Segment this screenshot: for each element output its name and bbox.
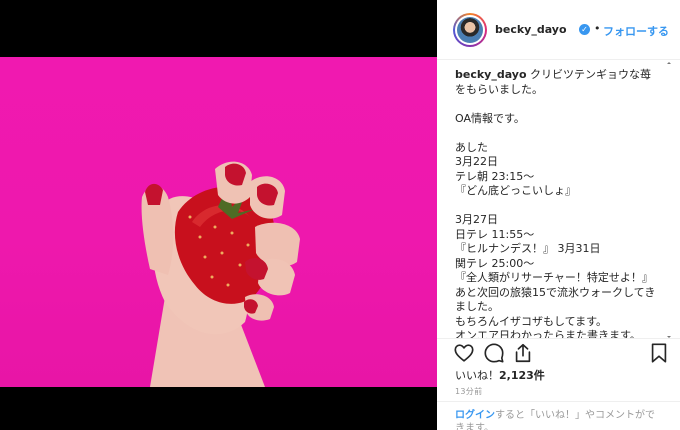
caption-line: 『全人類がリサーチャー！特定せよ！』 あと次回の旅猿15で流氷ウォークしてきまし…	[455, 271, 657, 313]
likes-prefix: いいね！	[455, 369, 499, 382]
comment-icon[interactable]	[483, 342, 505, 364]
caption-line: 3月22日	[455, 155, 498, 168]
divider	[437, 338, 680, 339]
caption-line	[455, 199, 661, 214]
caption-line: 関テレ 25:00〜	[455, 256, 535, 270]
post-media[interactable]	[0, 0, 437, 430]
caption-line: オンエア日わかったらまた書きます。	[455, 329, 641, 338]
post-side-panel: becky_dayo ✓ • フォローする becky_dayo クリビツテンギ…	[437, 0, 680, 430]
caption-line	[455, 97, 661, 112]
bookmark-icon[interactable]	[648, 342, 670, 364]
caption-line: OA情報です。	[455, 111, 525, 125]
likes-number: 2,123件	[499, 369, 545, 382]
like-count[interactable]: いいね！2,123件	[455, 367, 545, 383]
caption-line: 『ヒルナンデス！』 3月31日	[455, 242, 601, 255]
caption-line: 日テレ 11:55〜	[455, 227, 535, 241]
login-prompt: ログインすると「いいね！」やコメントができます。	[455, 409, 655, 430]
divider	[437, 401, 680, 402]
caption-line: 3月27日	[455, 213, 498, 226]
post-header: becky_dayo ✓ • フォローする	[437, 0, 680, 60]
caption-username[interactable]: becky_dayo	[455, 68, 527, 81]
caption-line: becky_dayo クリビツテンギョウな苺をもらいました。	[455, 68, 661, 97]
caption-scrollbar[interactable]	[666, 62, 672, 338]
post-username[interactable]: becky_dayo	[495, 23, 567, 36]
caption-line: 『どん底どっこいしょ』	[455, 184, 576, 197]
caption-line	[455, 126, 661, 141]
caption-line: テレ朝 23:15〜	[455, 169, 535, 183]
follow-button[interactable]: フォローする	[603, 23, 669, 39]
heart-icon[interactable]	[453, 342, 475, 364]
caption-line: あした	[455, 140, 488, 154]
strawberry-hand-image	[141, 161, 300, 387]
login-link[interactable]: ログイン	[455, 410, 495, 421]
caption-line: もちろんイザコザもしてます。	[455, 314, 608, 328]
avatar[interactable]	[453, 13, 487, 47]
avatar-image	[457, 17, 483, 43]
share-icon[interactable]	[512, 342, 534, 364]
verified-badge-icon: ✓	[579, 24, 590, 35]
post-timestamp[interactable]: 13分前	[455, 386, 482, 397]
avatar-ring	[455, 15, 485, 45]
post-photo[interactable]	[0, 57, 437, 387]
post-caption: becky_dayo クリビツテンギョウな苺をもらいました。 OA情報です。 あ…	[455, 68, 661, 338]
separator-dot: •	[594, 22, 601, 35]
